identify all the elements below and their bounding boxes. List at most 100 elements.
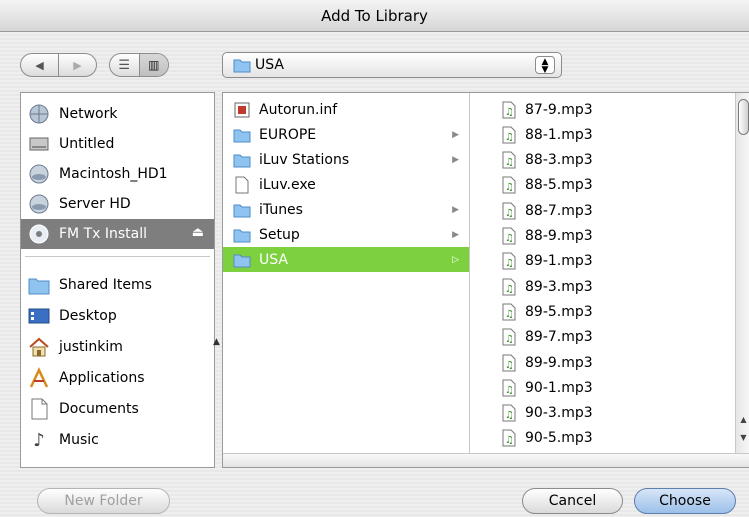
- disclosure-arrow-icon: ▶: [452, 129, 459, 140]
- sidebar-item-network[interactable]: Network: [21, 99, 214, 129]
- file-name: 90-1.mp3: [525, 379, 593, 396]
- list-item[interactable]: ♫ 87-9.mp3: [471, 97, 735, 122]
- list-item[interactable]: ♫ 89-7.mp3: [471, 325, 735, 350]
- mp3-file-icon: ♫: [501, 278, 517, 296]
- location-popup[interactable]: USA ▲ ▼: [222, 52, 562, 78]
- cancel-button[interactable]: Cancel: [522, 488, 623, 514]
- mp3-file-icon: ♫: [501, 379, 517, 397]
- folder-icon: [233, 57, 251, 77]
- forward-arrow-icon: ▶: [73, 58, 82, 72]
- eject-icon[interactable]: ⏏: [192, 225, 204, 240]
- sidebar: Network Untitled Macintosh_HD1 Server HD…: [20, 92, 220, 468]
- sidebar-item-label: Music: [59, 432, 99, 448]
- file-name: 90-3.mp3: [525, 405, 593, 422]
- documents-icon: [27, 397, 51, 421]
- mp3-file-icon: ♫: [501, 404, 517, 422]
- svg-text:♫: ♫: [505, 233, 514, 244]
- list-item[interactable]: ♫ 88-9.mp3: [471, 224, 735, 249]
- list-item[interactable]: Autorun.inf: [223, 97, 469, 122]
- window-title: Add To Library: [0, 0, 749, 32]
- sidebar-item-label: Server HD: [59, 196, 131, 212]
- svg-text:♫: ♫: [505, 284, 514, 295]
- svg-text:♫: ♫: [505, 182, 514, 193]
- svg-text:♫: ♫: [505, 132, 514, 143]
- back-arrow-icon: ◀: [35, 58, 44, 72]
- mp3-file-icon: ♫: [501, 126, 517, 144]
- scroll-up-icon[interactable]: ▲: [738, 415, 749, 424]
- sidebar-item-documents[interactable]: Documents: [21, 394, 214, 424]
- list-item[interactable]: USA ▷: [223, 247, 469, 272]
- mp3-file-icon: ♫: [501, 151, 517, 169]
- svg-text:♫: ♫: [505, 107, 514, 118]
- sidebar-item-label: justinkim: [59, 339, 123, 355]
- svg-text:♫: ♫: [505, 385, 514, 396]
- disk-icon: [27, 192, 51, 216]
- list-item[interactable]: ♫ 89-5.mp3: [471, 299, 735, 324]
- sidebar-divider: [25, 256, 210, 257]
- folder-name: USA: [259, 251, 288, 268]
- sidebar-item-server-hd[interactable]: Server HD: [21, 189, 214, 219]
- sidebar-item-macintosh-hd1[interactable]: Macintosh_HD1: [21, 159, 214, 189]
- list-item[interactable]: ♫ 89-3.mp3: [471, 274, 735, 299]
- mp3-file-icon: ♫: [501, 354, 517, 372]
- sidebar-item-label: Desktop: [59, 308, 117, 324]
- sidebar-item-applications[interactable]: Applications: [21, 363, 214, 393]
- disclosure-arrow-icon: ▶: [452, 154, 459, 165]
- sidebar-item-untitled[interactable]: Untitled: [21, 129, 214, 159]
- vertical-scrollbar[interactable]: ▲ ▼: [735, 93, 749, 453]
- list-item[interactable]: ♫ 89-1.mp3: [471, 249, 735, 274]
- file-name: 88-5.mp3: [525, 177, 593, 194]
- column-browser: Autorun.inf EUROPE ▶ iLuv Stations ▶ iLu…: [222, 92, 749, 468]
- horizontal-scrollbar[interactable]: [223, 453, 749, 467]
- list-item[interactable]: iLuv.exe: [223, 172, 469, 197]
- column-view-button[interactable]: ▥: [138, 54, 168, 76]
- list-item[interactable]: Setup ▶: [223, 222, 469, 247]
- sidebar-resize-handle[interactable]: ▲: [213, 337, 220, 347]
- list-item[interactable]: EUROPE ▶: [223, 122, 469, 147]
- browser-column-2: ♫ 87-9.mp3 ♫ 88-1.mp3 ♫ 88-3.mp3 ♫ 88-5.mp3 ♫ 88-…: [471, 93, 735, 453]
- sidebar-item-fm-tx-install[interactable]: FM Tx Install ⏏: [21, 219, 214, 249]
- sidebar-item-music[interactable]: ♪ Music: [21, 425, 214, 455]
- list-view-button[interactable]: ☰: [110, 54, 139, 76]
- svg-text:♫: ♫: [505, 334, 514, 345]
- list-item[interactable]: ♫ 88-1.mp3: [471, 122, 735, 147]
- nav-buttons: ◀ ▶: [20, 53, 97, 77]
- sidebar-item-label: Network: [59, 106, 118, 122]
- list-item[interactable]: iLuv Stations ▶: [223, 147, 469, 172]
- list-item[interactable]: ♫ 89-9.mp3: [471, 350, 735, 375]
- list-item[interactable]: ♫ 90-5.mp3: [471, 426, 735, 451]
- list-item[interactable]: ♫ 90-3.mp3: [471, 401, 735, 426]
- folder-icon: [27, 273, 51, 297]
- sidebar-item-justinkim[interactable]: justinkim: [21, 332, 214, 362]
- sidebar-item-shared-items[interactable]: Shared Items: [21, 270, 214, 300]
- mp3-file-icon: ♫: [501, 227, 517, 245]
- file-name: 88-9.mp3: [525, 228, 593, 244]
- file-name: 90-5.mp3: [525, 430, 593, 447]
- disclosure-arrow-icon: ▶: [452, 204, 459, 215]
- view-mode-buttons: ☰ ▥: [109, 53, 169, 77]
- folder-name: EUROPE: [259, 126, 317, 143]
- file-name: 89-5.mp3: [525, 303, 593, 320]
- applications-icon: [27, 366, 51, 390]
- back-button[interactable]: ◀: [21, 54, 58, 76]
- list-item[interactable]: ♫ 88-3.mp3: [471, 148, 735, 173]
- scroll-thumb[interactable]: [738, 99, 749, 135]
- list-item[interactable]: ♫ 88-7.mp3: [471, 198, 735, 223]
- sidebar-item-desktop[interactable]: Desktop: [21, 301, 214, 331]
- new-folder-button[interactable]: New Folder: [37, 488, 170, 514]
- mp3-file-icon: ♫: [501, 328, 517, 346]
- file-icon: [233, 176, 251, 194]
- list-item[interactable]: iTunes ▶: [223, 197, 469, 222]
- folder-name: iLuv Stations: [259, 151, 350, 168]
- sidebar-item-label: Applications: [59, 370, 145, 386]
- forward-button[interactable]: ▶: [58, 54, 96, 76]
- list-item[interactable]: ♫ 90-1.mp3: [471, 375, 735, 400]
- desktop-icon: [27, 304, 51, 328]
- sidebar-item-label: Shared Items: [59, 277, 152, 293]
- disclosure-arrow-icon: ▷: [452, 254, 459, 265]
- list-item[interactable]: ♫ 88-5.mp3: [471, 173, 735, 198]
- svg-text:♫: ♫: [505, 258, 514, 269]
- sidebar-item-label: Untitled: [59, 136, 115, 152]
- scroll-down-icon[interactable]: ▼: [738, 433, 749, 442]
- choose-button[interactable]: Choose: [634, 488, 736, 514]
